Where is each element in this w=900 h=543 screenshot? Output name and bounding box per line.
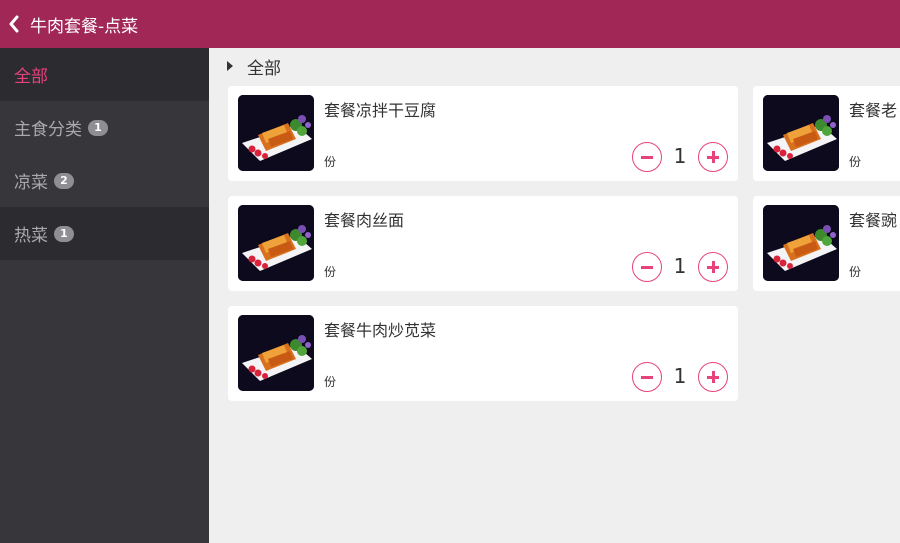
dish-image <box>763 95 839 171</box>
count-badge: 1 <box>88 119 108 136</box>
dish-name: 套餐肉丝面 <box>324 211 405 230</box>
dish-card[interactable]: 套餐豌 份 <box>753 196 900 291</box>
count-badge: 1 <box>54 225 74 242</box>
dish-image <box>238 95 314 171</box>
sidebar-item-cold-dishes[interactable]: 凉菜 2 <box>0 154 209 207</box>
quantity-stepper: 1 <box>632 142 728 172</box>
dish-list: 全部 套餐凉拌干豆腐 份 1 套餐老 份 套餐肉丝面 份 1 套餐豌 份 套餐牛… <box>209 48 900 543</box>
dish-unit: 份 <box>849 265 862 279</box>
sidebar-item-label: 主食分类 <box>14 120 82 140</box>
dish-unit: 份 <box>849 155 862 169</box>
dish-image <box>763 205 839 281</box>
back-button[interactable] <box>0 0 28 48</box>
quantity-value: 1 <box>673 144 687 168</box>
section-title: 全部 <box>247 58 281 79</box>
quantity-stepper: 1 <box>632 362 728 392</box>
increase-button[interactable] <box>698 142 728 172</box>
decrease-button[interactable] <box>632 142 662 172</box>
minus-icon <box>641 375 653 379</box>
minus-icon <box>641 265 653 269</box>
dish-image <box>238 315 314 391</box>
count-badge: 2 <box>54 172 74 189</box>
chevron-left-icon <box>9 15 19 33</box>
increase-button[interactable] <box>698 252 728 282</box>
category-sidebar: 全部 主食分类 1 凉菜 2 热菜 1 <box>0 48 209 543</box>
dish-name: 套餐牛肉炒苋菜 <box>324 321 437 340</box>
decrease-button[interactable] <box>632 362 662 392</box>
dish-unit: 份 <box>324 265 337 279</box>
increase-button[interactable] <box>698 362 728 392</box>
page-title: 牛肉套餐-点菜 <box>30 16 139 37</box>
sidebar-item-staple[interactable]: 主食分类 1 <box>0 101 209 154</box>
dish-unit: 份 <box>324 375 337 389</box>
quantity-value: 1 <box>673 364 687 388</box>
dish-card[interactable]: 套餐牛肉炒苋菜 份 1 <box>228 306 738 401</box>
sidebar-item-label: 全部 <box>14 67 48 87</box>
app-header: 牛肉套餐-点菜 <box>0 0 900 48</box>
section-header[interactable]: 全部 <box>227 56 281 79</box>
decrease-button[interactable] <box>632 252 662 282</box>
sidebar-item-all[interactable]: 全部 <box>0 48 209 101</box>
sidebar-item-label: 凉菜 <box>14 173 48 193</box>
dish-name: 套餐凉拌干豆腐 <box>324 101 437 120</box>
quantity-value: 1 <box>673 254 687 278</box>
dish-card[interactable]: 套餐肉丝面 份 1 <box>228 196 738 291</box>
caret-right-icon <box>227 61 233 71</box>
sidebar-item-label: 热菜 <box>14 226 48 246</box>
dish-name: 套餐老 <box>849 101 898 120</box>
dish-name: 套餐豌 <box>849 211 898 230</box>
dish-card[interactable]: 套餐老 份 <box>753 86 900 181</box>
quantity-stepper: 1 <box>632 252 728 282</box>
dish-image <box>238 205 314 281</box>
minus-icon <box>641 155 653 159</box>
dish-card[interactable]: 套餐凉拌干豆腐 份 1 <box>228 86 738 181</box>
sidebar-item-hot-dishes[interactable]: 热菜 1 <box>0 207 209 260</box>
dish-unit: 份 <box>324 155 337 169</box>
